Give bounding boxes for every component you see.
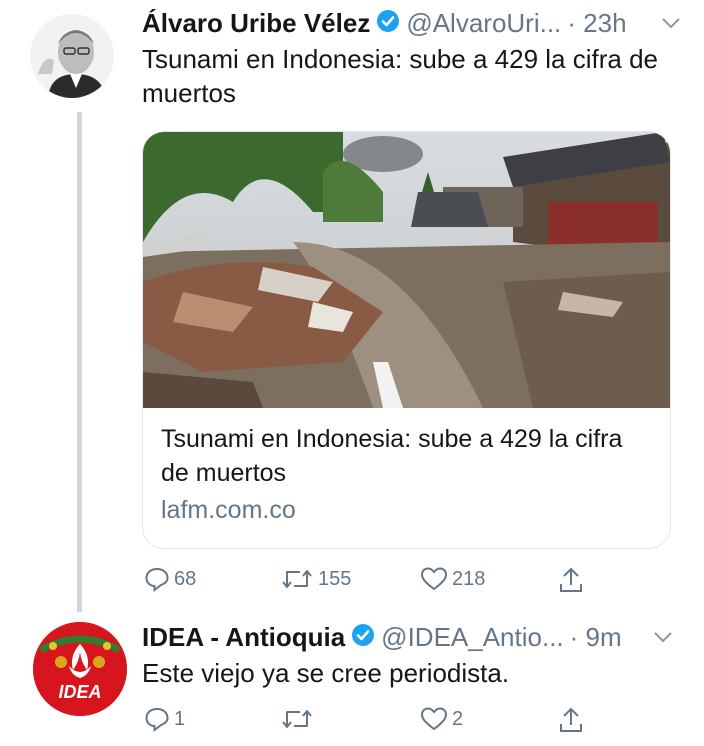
like-button[interactable]: 218 [420, 566, 485, 592]
reply-count: 1 [174, 707, 186, 730]
retweet-count: 155 [318, 567, 352, 590]
tweet-text: Este viejo ya se cree periodista. [142, 658, 510, 688]
like-icon [420, 707, 448, 731]
retweet-button[interactable]: 155 [280, 566, 351, 592]
like-button[interactable]: 2 [420, 706, 463, 732]
retweet-icon [282, 710, 312, 728]
verified-badge-icon [351, 623, 375, 652]
tweet-1-header: Álvaro Uribe Vélez @AlvaroUri... · 23h [142, 6, 682, 40]
share-icon [560, 707, 582, 732]
thread-line [77, 112, 82, 612]
timestamp[interactable]: · 23h [567, 8, 626, 39]
retweet-icon [282, 570, 312, 588]
link-card[interactable]: Tsunami en Indonesia: sube a 429 la cifr… [142, 131, 671, 549]
timestamp[interactable]: · 9m [570, 622, 622, 653]
retweet-button[interactable] [280, 706, 318, 732]
reply-icon [145, 567, 169, 592]
reply-count: 68 [174, 567, 197, 590]
tweet-text: Tsunami en Indonesia: sube a 429 la cifr… [142, 44, 659, 108]
tweet-2-header: IDEA - Antioquia @IDEA_Antio... · 9m [142, 620, 662, 654]
idea-logo-text: IDEA [58, 682, 102, 702]
verified-badge-icon [376, 9, 400, 38]
card-photo [143, 132, 670, 408]
like-count: 2 [452, 707, 464, 730]
share-button[interactable] [558, 566, 584, 594]
card-title: Tsunami en Indonesia: sube a 429 la cifr… [161, 425, 623, 487]
share-icon [560, 567, 582, 592]
handle[interactable]: @AlvaroUri... [406, 8, 561, 39]
avatar-alvaro-uribe[interactable] [30, 14, 114, 98]
reply-icon [145, 707, 169, 732]
card-domain: lafm.com.co [161, 496, 296, 524]
handle[interactable]: @IDEA_Antio... [381, 622, 563, 653]
like-count: 218 [452, 567, 486, 590]
share-button[interactable] [558, 706, 584, 734]
reply-button[interactable]: 68 [144, 566, 196, 592]
like-icon [420, 567, 448, 591]
display-name[interactable]: IDEA - Antioquia [142, 622, 345, 653]
chevron-down-icon[interactable] [660, 12, 682, 39]
display-name[interactable]: Álvaro Uribe Vélez [142, 8, 370, 39]
reply-button[interactable]: 1 [144, 706, 185, 732]
avatar-idea-antioquia[interactable]: IDEA [33, 622, 127, 716]
chevron-down-icon[interactable] [652, 626, 674, 653]
